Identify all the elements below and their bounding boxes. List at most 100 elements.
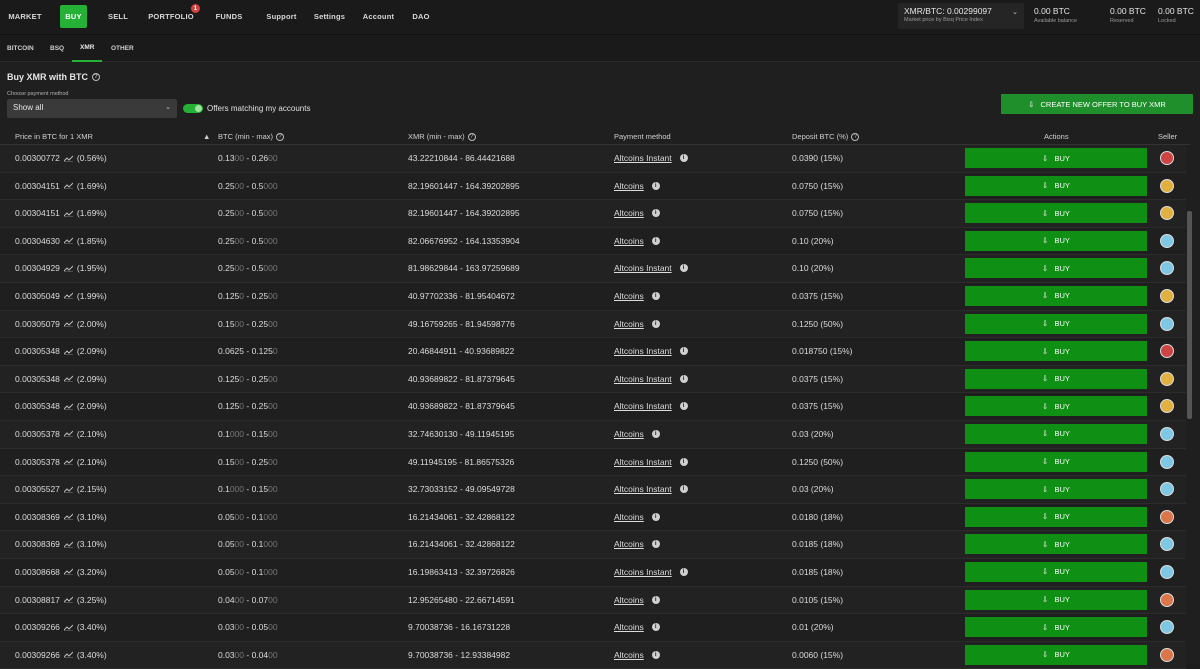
info-icon[interactable]: i — [651, 181, 660, 190]
seller-avatar[interactable] — [1160, 620, 1174, 635]
payment-method-link[interactable]: Altcoins — [614, 181, 644, 191]
buy-button[interactable]: ⇩ BUY — [965, 506, 1147, 527]
buy-button[interactable]: ⇩ BUY — [965, 203, 1147, 224]
seller-avatar[interactable] — [1160, 233, 1174, 248]
nav-settings[interactable]: Settings — [313, 0, 346, 33]
info-icon[interactable]: i — [679, 402, 688, 411]
seller-avatar[interactable] — [1160, 371, 1174, 386]
market-price-selector[interactable]: XMR/BTC: 0.00299097 Market price by Bisq… — [898, 3, 1024, 29]
buy-button[interactable]: ⇩ BUY — [965, 479, 1147, 500]
tab-other[interactable]: OTHER — [111, 35, 134, 62]
column-xmr[interactable]: XMR (min - max)? — [408, 132, 476, 141]
column-price[interactable]: Price in BTC for 1 XMR — [15, 132, 93, 141]
seller-avatar[interactable] — [1160, 564, 1174, 579]
payment-method-link[interactable]: Altcoins — [614, 208, 644, 218]
buy-button[interactable]: ⇩ BUY — [965, 423, 1147, 444]
info-icon[interactable]: i — [651, 319, 660, 328]
payment-method-link[interactable]: Altcoins — [614, 539, 644, 549]
seller-avatar[interactable] — [1160, 482, 1174, 497]
payment-method-link[interactable]: Altcoins Instant — [614, 346, 672, 356]
seller-avatar[interactable] — [1160, 316, 1174, 331]
payment-method-link[interactable]: Altcoins Instant — [614, 374, 672, 384]
buy-button[interactable]: ⇩ BUY — [965, 589, 1147, 610]
seller-avatar[interactable] — [1160, 288, 1174, 303]
buy-button[interactable]: ⇩ BUY — [965, 285, 1147, 306]
buy-button[interactable]: ⇩ BUY — [965, 644, 1147, 665]
vertical-scrollbar[interactable] — [1187, 211, 1192, 419]
info-icon[interactable]: i — [651, 650, 660, 659]
payment-method-link[interactable]: Altcoins — [614, 512, 644, 522]
help-icon[interactable]: ? — [467, 132, 476, 141]
info-icon[interactable]: i — [651, 209, 660, 218]
seller-avatar[interactable] — [1160, 537, 1174, 552]
seller-avatar[interactable] — [1160, 178, 1174, 193]
seller-avatar[interactable] — [1160, 426, 1174, 441]
tab-bsq[interactable]: BSQ — [50, 35, 64, 62]
buy-button[interactable]: ⇩ BUY — [965, 148, 1147, 168]
seller-avatar[interactable] — [1160, 592, 1174, 607]
nav-sell[interactable]: SELL — [103, 0, 133, 33]
info-icon[interactable]: i — [651, 429, 660, 438]
seller-avatar[interactable] — [1160, 647, 1174, 662]
column-btc[interactable]: BTC (min - max)? — [218, 132, 284, 141]
buy-button[interactable]: ⇩ BUY — [965, 561, 1147, 582]
payment-method-link[interactable]: Altcoins Instant — [614, 484, 672, 494]
nav-support[interactable]: Support — [265, 0, 298, 33]
buy-button[interactable]: ⇩ BUY — [965, 258, 1147, 279]
nav-account[interactable]: Account — [362, 0, 395, 33]
info-icon[interactable]: i — [679, 264, 688, 273]
payment-method-select[interactable]: Show all ⌄ — [7, 99, 177, 118]
seller-avatar[interactable] — [1160, 261, 1174, 276]
buy-button[interactable]: ⇩ BUY — [965, 617, 1147, 638]
seller-avatar[interactable] — [1160, 151, 1174, 165]
column-payment[interactable]: Payment method — [614, 132, 671, 141]
buy-button[interactable]: ⇩ BUY — [965, 230, 1147, 251]
help-icon[interactable]: ? — [276, 132, 284, 141]
buy-button[interactable]: ⇩ BUY — [965, 451, 1147, 472]
info-icon[interactable]: i — [679, 154, 688, 162]
nav-dao[interactable]: DAO — [410, 0, 432, 33]
tab-bitcoin[interactable]: BITCOIN — [7, 35, 34, 62]
seller-avatar[interactable] — [1160, 454, 1174, 469]
info-icon[interactable]: i — [651, 291, 660, 300]
payment-method-link[interactable]: Altcoins Instant — [614, 263, 672, 273]
info-icon[interactable]: i — [651, 623, 660, 632]
help-icon[interactable]: ? — [851, 132, 860, 141]
seller-avatar[interactable] — [1160, 399, 1174, 414]
payment-method-link[interactable]: Altcoins — [614, 429, 644, 439]
buy-button[interactable]: ⇩ BUY — [965, 396, 1147, 417]
info-icon[interactable]: i — [651, 595, 660, 604]
payment-method-link[interactable]: Altcoins Instant — [614, 401, 672, 411]
buy-button[interactable]: ⇩ BUY — [965, 341, 1147, 362]
info-icon[interactable]: i — [651, 236, 660, 245]
payment-method-link[interactable]: Altcoins Instant — [614, 457, 672, 467]
payment-method-link[interactable]: Altcoins — [614, 595, 644, 605]
info-icon[interactable]: i — [651, 540, 660, 549]
payment-method-link[interactable]: Altcoins Instant — [614, 567, 672, 577]
info-icon[interactable]: i — [679, 485, 688, 494]
create-offer-button[interactable]: ⇩ CREATE NEW OFFER TO BUY XMR — [1001, 94, 1193, 114]
nav-funds[interactable]: FUNDS — [213, 0, 245, 33]
nav-market[interactable]: MARKET — [0, 0, 50, 33]
buy-button[interactable]: ⇩ BUY — [965, 368, 1147, 389]
buy-button[interactable]: ⇩ BUY — [965, 175, 1147, 196]
matching-accounts-toggle[interactable] — [183, 104, 203, 113]
payment-method-link[interactable]: Altcoins — [614, 236, 644, 246]
sort-ascending-icon[interactable]: ▲ — [203, 132, 210, 141]
info-icon[interactable]: i — [679, 567, 688, 576]
tab-xmr[interactable]: XMR — [72, 35, 103, 62]
info-icon[interactable]: i — [651, 512, 660, 521]
payment-method-link[interactable]: Altcoins — [614, 622, 644, 632]
payment-method-link[interactable]: Altcoins — [614, 650, 644, 660]
seller-avatar[interactable] — [1160, 206, 1174, 221]
payment-method-link[interactable]: Altcoins Instant — [614, 153, 672, 163]
nav-portfolio[interactable]: PORTFOLIO 1 — [148, 0, 200, 33]
buy-button[interactable]: ⇩ BUY — [965, 534, 1147, 555]
info-icon[interactable]: i — [679, 457, 688, 466]
seller-avatar[interactable] — [1160, 344, 1174, 359]
payment-method-link[interactable]: Altcoins — [614, 319, 644, 329]
info-icon[interactable]: i — [679, 374, 688, 383]
column-deposit[interactable]: Deposit BTC (%)? — [792, 132, 860, 141]
payment-method-link[interactable]: Altcoins — [614, 291, 644, 301]
help-icon[interactable]: ? — [92, 73, 100, 81]
